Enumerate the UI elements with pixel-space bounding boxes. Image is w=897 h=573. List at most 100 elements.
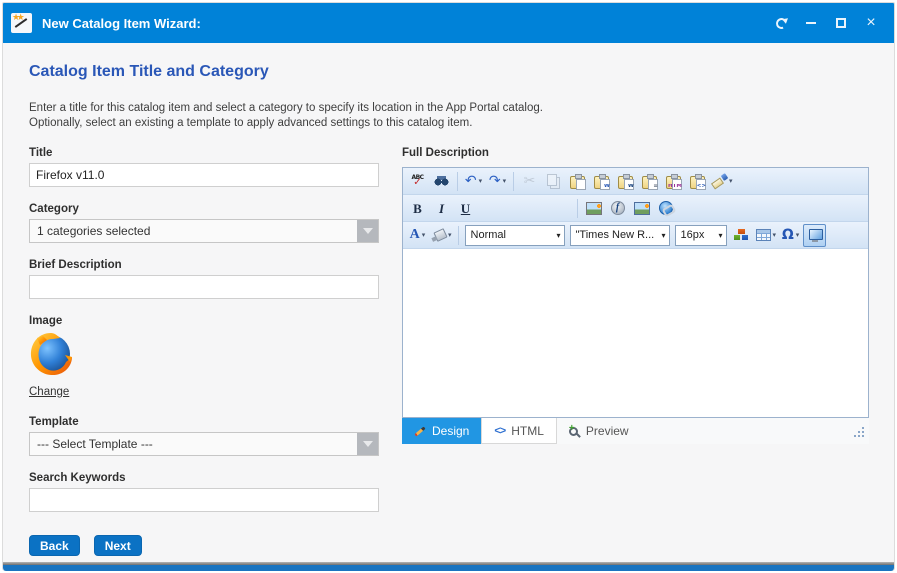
image-manager-button[interactable] xyxy=(630,197,653,220)
firefox-logo xyxy=(29,331,73,375)
undo-icon: ↶ xyxy=(465,174,477,188)
toolbar-separator xyxy=(577,199,578,218)
paste-as-html-button[interactable]: HTML xyxy=(662,170,685,193)
next-button[interactable]: Next xyxy=(94,535,142,556)
image-label: Image xyxy=(29,315,379,327)
spellcheck-button[interactable]: ABC✓ xyxy=(406,170,429,193)
chevron-down-icon: ▾ xyxy=(662,231,666,240)
page-title: Catalog Item Title and Category xyxy=(29,63,269,81)
paste-from-word-strip-font-button[interactable]: W xyxy=(614,170,637,193)
intro-text: Enter a title for this catalog item and … xyxy=(29,101,543,131)
intro-line-2: Optionally, select an existing a templat… xyxy=(29,116,543,131)
paragraph-style-select[interactable]: Normal▾ xyxy=(465,225,565,246)
tab-design[interactable]: Design xyxy=(402,418,481,444)
editor-resize-grip[interactable] xyxy=(862,435,864,437)
search-keywords-input[interactable] xyxy=(29,488,379,512)
paste-html-button[interactable]: <> xyxy=(686,170,709,193)
align-right-button[interactable] xyxy=(550,197,573,220)
italic-button[interactable]: I xyxy=(430,197,453,220)
foreground-color-button[interactable]: A▾ xyxy=(406,224,429,247)
underline-button[interactable]: U xyxy=(454,197,477,220)
editor-content-area[interactable] xyxy=(403,249,868,417)
change-image-link[interactable]: Change xyxy=(29,386,69,398)
category-dropdown[interactable]: 1 categories selected xyxy=(29,219,379,243)
apply-css-class-button[interactable] xyxy=(730,224,753,247)
paste-button[interactable] xyxy=(566,170,589,193)
chevron-down-icon: ▾ xyxy=(503,177,507,185)
redo-icon: ↷ xyxy=(489,174,501,188)
close-button[interactable]: × xyxy=(856,8,886,38)
tab-html-label: HTML xyxy=(511,424,544,438)
undo-button[interactable]: ↶▾ xyxy=(462,170,485,193)
insert-table-icon xyxy=(756,229,771,241)
toggle-screen-mode-icon xyxy=(808,229,822,242)
back-button[interactable]: Back xyxy=(29,535,80,556)
full-description-label: Full Description xyxy=(402,147,869,159)
insert-hyperlink-button[interactable] xyxy=(654,197,677,220)
background-color-button[interactable]: ▾ xyxy=(430,224,454,247)
font-size-select[interactable]: 16px▾ xyxy=(675,225,727,246)
category-value: 1 categories selected xyxy=(37,224,150,238)
tab-preview[interactable]: Preview xyxy=(557,418,641,444)
chevron-down-icon xyxy=(363,441,373,447)
full-description-section: Full Description ABC✓↶▾↷▾✂WW≡HTML<>▾ BIU… xyxy=(402,147,869,444)
template-dropdown-button[interactable] xyxy=(357,433,378,455)
rich-text-editor: ABC✓↶▾↷▾✂WW≡HTML<>▾ BIUf A▾▾Normal▾"Time… xyxy=(402,167,869,418)
copy-button[interactable] xyxy=(542,170,565,193)
bold-icon: B xyxy=(413,202,422,215)
insert-symbol-button[interactable]: Ω▾ xyxy=(779,224,802,247)
cut-icon: ✂ xyxy=(524,174,536,188)
find-and-replace-button[interactable] xyxy=(430,170,453,193)
category-dropdown-button[interactable] xyxy=(357,220,378,242)
insert-flash-button[interactable]: f xyxy=(606,197,629,220)
tab-html[interactable]: <> HTML xyxy=(481,418,557,444)
paste-from-word-button[interactable]: W xyxy=(590,170,613,193)
catalog-item-form: Title Category 1 categories selected Bri… xyxy=(29,147,379,528)
font-name-select[interactable]: "Times New R...▾ xyxy=(570,225,670,246)
bold-button[interactable]: B xyxy=(406,197,429,220)
paste-badge: ≡ xyxy=(653,184,658,190)
chevron-down-icon: ▾ xyxy=(796,231,800,239)
chevron-down-icon: ▾ xyxy=(557,231,561,240)
paste-plain-text-button[interactable]: ≡ xyxy=(638,170,661,193)
refresh-button[interactable] xyxy=(766,8,796,38)
insert-table-button[interactable]: ▾ xyxy=(754,224,779,247)
align-left-button[interactable] xyxy=(526,197,549,220)
cut-button[interactable]: ✂ xyxy=(518,170,541,193)
chevron-down-icon: ▾ xyxy=(422,231,426,239)
template-dropdown[interactable]: --- Select Template --- xyxy=(29,432,379,456)
maximize-icon xyxy=(836,18,846,28)
title-label: Title xyxy=(29,147,379,159)
wizard-content: Catalog Item Title and Category Enter a … xyxy=(3,43,894,562)
chevron-down-icon: ▾ xyxy=(773,231,777,239)
wizard-app-icon xyxy=(11,13,32,33)
spellcheck-icon: ABC✓ xyxy=(411,175,423,188)
toolbar-separator xyxy=(458,226,459,245)
pencil-icon xyxy=(414,426,425,436)
copy-icon xyxy=(547,174,557,186)
underline-icon: U xyxy=(461,202,470,215)
window-title: New Catalog Item Wizard: xyxy=(42,16,766,31)
toggle-screen-mode-button[interactable] xyxy=(803,224,826,247)
magnifier-icon xyxy=(569,427,578,436)
redo-button[interactable]: ↷▾ xyxy=(486,170,509,193)
insert-flash-icon: f xyxy=(611,201,625,215)
template-value: --- Select Template --- xyxy=(37,437,153,451)
paste-badge: W xyxy=(604,184,610,190)
paste-html-icon: <> xyxy=(690,176,705,189)
title-input[interactable] xyxy=(29,163,379,187)
format-stripper-button[interactable]: ▾ xyxy=(710,170,735,193)
brief-description-input[interactable] xyxy=(29,275,379,299)
catalog-item-image xyxy=(29,331,379,380)
editor-toolbar-row-1: ABC✓↶▾↷▾✂WW≡HTML<>▾ xyxy=(403,168,868,195)
insert-image-button[interactable] xyxy=(582,197,605,220)
paste-from-word-icon: W xyxy=(594,176,609,189)
align-center-button[interactable] xyxy=(478,197,501,220)
paste-as-html-icon: HTML xyxy=(666,176,681,189)
justify-button[interactable] xyxy=(502,197,525,220)
maximize-button[interactable] xyxy=(826,8,856,38)
find-and-replace-icon xyxy=(434,175,449,187)
editor-toolbar-row-2: BIUf xyxy=(403,195,868,222)
minimize-button[interactable] xyxy=(796,8,826,38)
minimize-icon xyxy=(806,22,816,24)
